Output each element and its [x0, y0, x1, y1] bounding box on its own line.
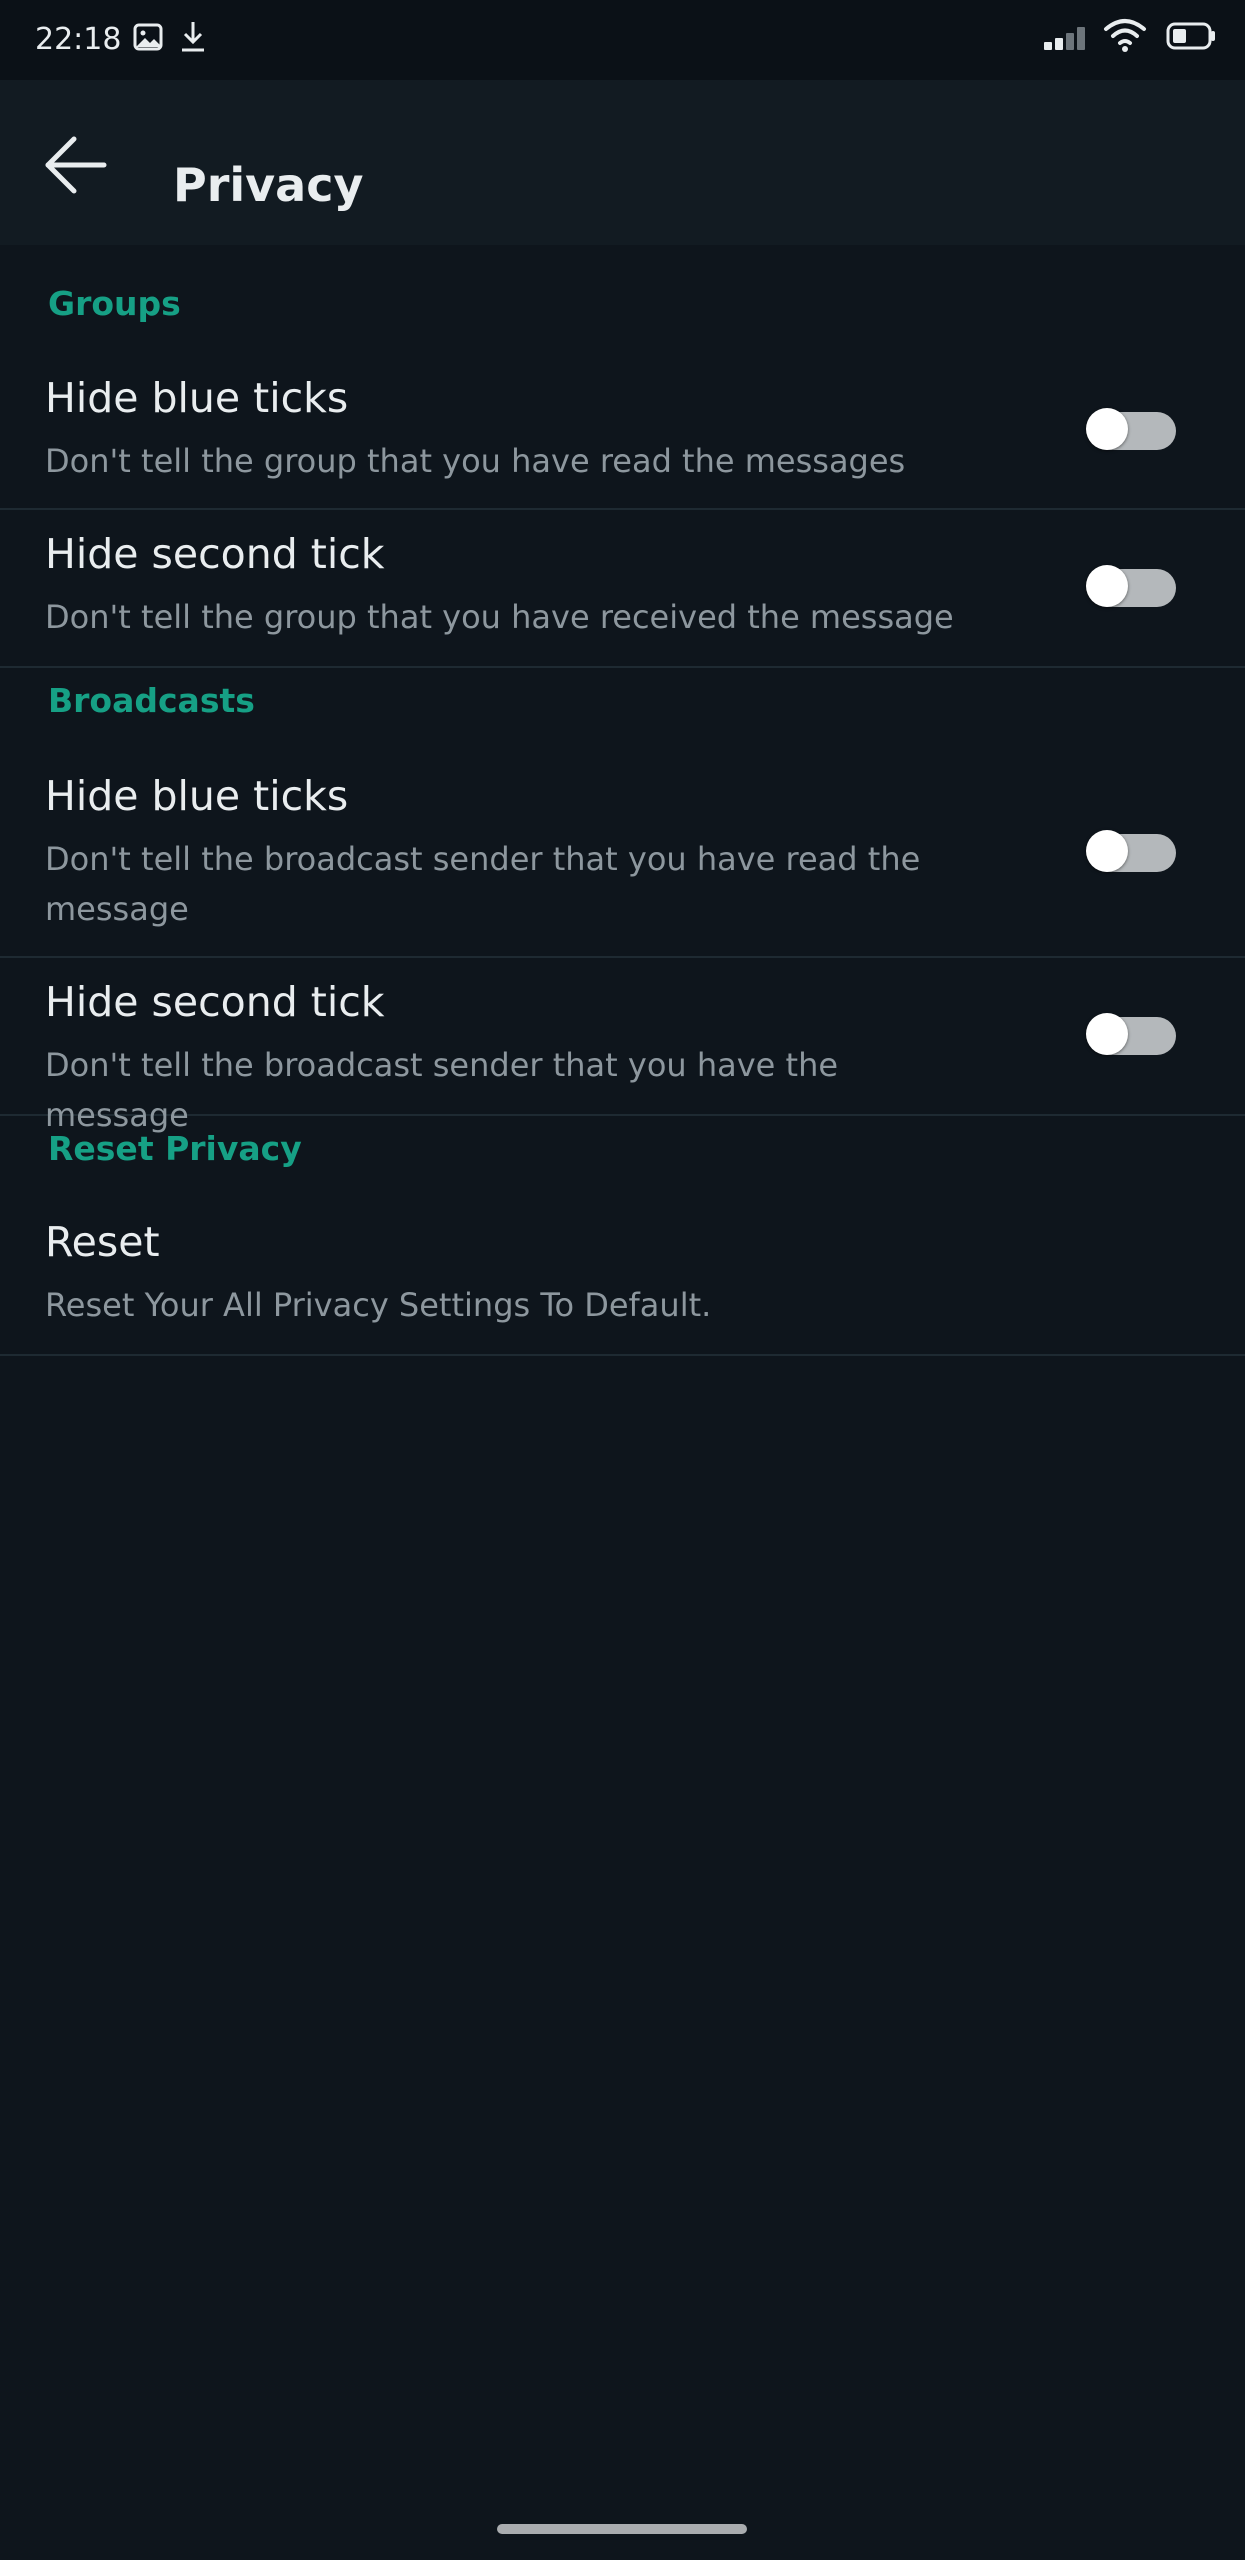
home-indicator[interactable] [497, 2524, 747, 2534]
image-icon [133, 23, 163, 51]
back-button[interactable] [30, 125, 120, 205]
toggle-groups-hide-blue-ticks[interactable] [1086, 408, 1176, 450]
app-bar: Privacy [0, 80, 1245, 245]
arrow-left-icon [45, 136, 107, 194]
setting-row-reset[interactable]: Reset Reset Your All Privacy Settings To… [0, 1196, 1245, 1356]
toggle-knob [1086, 565, 1128, 607]
setting-title: Hide second tick [45, 978, 385, 1026]
setting-row-groups-hide-second-tick[interactable]: Hide second tick Don't tell the group th… [0, 510, 1245, 668]
toggle-broadcasts-hide-blue-ticks[interactable] [1086, 830, 1176, 872]
wifi-icon [1104, 19, 1146, 52]
page-title: Privacy [173, 158, 364, 212]
toggle-broadcasts-hide-second-tick[interactable] [1086, 1013, 1176, 1055]
setting-subtitle: Don't tell the broadcast sender that you… [45, 1046, 839, 1134]
download-icon [182, 22, 204, 52]
toggle-knob [1086, 830, 1128, 872]
setting-row-groups-hide-blue-ticks[interactable]: Hide blue ticks Don't tell the group tha… [0, 350, 1245, 510]
section-header-reset-privacy: Reset Privacy [48, 1129, 302, 1168]
battery-icon [1166, 22, 1215, 50]
setting-title: Hide blue ticks [45, 772, 349, 820]
setting-subtitle: Reset Your All Privacy Settings To Defau… [45, 1286, 712, 1324]
setting-title: Hide blue ticks [45, 374, 349, 422]
toggle-knob [1086, 1013, 1128, 1055]
setting-subtitle: Don't tell the group that you have recei… [45, 598, 954, 636]
setting-row-broadcasts-hide-blue-ticks[interactable]: Hide blue ticks Don't tell the broadcast… [0, 748, 1245, 958]
setting-title: Reset [45, 1218, 160, 1266]
setting-subtitle: Don't tell the group that you have read … [45, 442, 906, 480]
toggle-groups-hide-second-tick[interactable] [1086, 565, 1176, 607]
status-bar: 22:18 [0, 0, 1245, 80]
setting-subtitle: Don't tell the broadcast sender that you… [45, 840, 921, 928]
setting-row-broadcasts-hide-second-tick[interactable]: Hide second tick Don't tell the broadcas… [0, 958, 1245, 1134]
signal-icon [1044, 27, 1085, 50]
setting-title: Hide second tick [45, 530, 385, 578]
section-header-broadcasts: Broadcasts [48, 681, 255, 720]
section-header-groups: Groups [48, 284, 181, 323]
toggle-knob [1086, 408, 1128, 450]
status-time: 22:18 [35, 22, 122, 57]
